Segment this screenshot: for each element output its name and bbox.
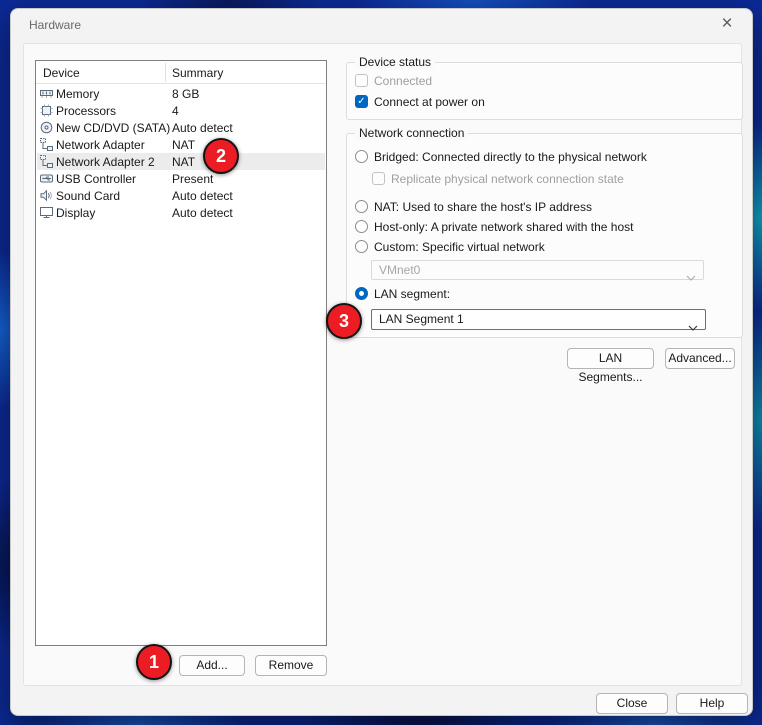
column-header-device[interactable]: Device — [43, 66, 80, 80]
device-name: Network Adapter — [56, 138, 145, 152]
add-button[interactable]: Add... — [179, 655, 245, 676]
device-list: Device Summary Memory 8 GB Processors 4 … — [35, 60, 327, 646]
lan-segment-radio[interactable] — [355, 287, 368, 300]
device-name: Processors — [56, 104, 116, 118]
processor-icon — [40, 104, 53, 117]
device-status-group: Device status Connected ✓ Connect at pow… — [346, 62, 743, 120]
title-bar: Hardware × — [11, 9, 752, 43]
network-connection-group: Network connection Bridged: Connected di… — [346, 133, 743, 338]
annotation-step-3: 3 — [326, 303, 362, 339]
sound-icon — [40, 189, 53, 202]
network-adapter-icon — [40, 155, 53, 168]
device-summary: Auto detect — [172, 189, 233, 203]
device-name: New CD/DVD (SATA) — [56, 121, 170, 135]
device-name: Network Adapter 2 — [56, 155, 155, 169]
network-connection-group-title: Network connection — [355, 126, 468, 140]
custom-network-dropdown: VMnet0 — [371, 260, 704, 280]
table-row-usb-controller[interactable]: USB Controller Present — [37, 170, 325, 187]
replicate-checkbox — [372, 172, 385, 185]
host-only-label: Host-only: A private network shared with… — [374, 220, 633, 234]
help-button[interactable]: Help — [676, 693, 748, 714]
device-summary: NAT — [172, 155, 195, 169]
check-icon: ✓ — [357, 96, 365, 107]
table-row-cd-dvd[interactable]: New CD/DVD (SATA) Auto detect — [37, 119, 325, 136]
nat-radio[interactable] — [355, 200, 368, 213]
device-name: Display — [56, 206, 95, 220]
lan-segment-value: LAN Segment 1 — [379, 312, 464, 326]
replicate-label: Replicate physical network connection st… — [391, 172, 624, 186]
close-icon[interactable]: × — [715, 12, 739, 36]
connected-checkbox — [355, 74, 368, 87]
table-row-network-adapter-2[interactable]: Network Adapter 2 NAT — [37, 153, 325, 170]
column-header-summary[interactable]: Summary — [172, 66, 223, 80]
table-row-memory[interactable]: Memory 8 GB — [37, 85, 325, 102]
chevron-down-icon — [688, 318, 698, 336]
host-only-radio[interactable] — [355, 220, 368, 233]
custom-network-value: VMnet0 — [379, 263, 420, 277]
display-icon — [40, 206, 53, 219]
device-name: Sound Card — [56, 189, 120, 203]
custom-label: Custom: Specific virtual network — [374, 240, 545, 254]
advanced-button[interactable]: Advanced... — [665, 348, 735, 369]
device-name: USB Controller — [56, 172, 136, 186]
device-status-group-title: Device status — [355, 55, 435, 69]
device-summary: NAT — [172, 138, 195, 152]
connect-at-power-on-checkbox[interactable]: ✓ — [355, 95, 368, 108]
device-summary: Auto detect — [172, 206, 233, 220]
device-summary: Auto detect — [172, 121, 233, 135]
cd-dvd-icon — [40, 121, 53, 134]
table-row-processors[interactable]: Processors 4 — [37, 102, 325, 119]
table-row-display[interactable]: Display Auto detect — [37, 204, 325, 221]
device-summary: Present — [172, 172, 213, 186]
usb-icon — [40, 172, 53, 185]
device-summary: 4 — [172, 104, 179, 118]
hardware-dialog: Hardware × Device Summary Memory 8 GB Pr… — [10, 8, 753, 716]
network-adapter-icon — [40, 138, 53, 151]
annotation-step-1: 1 — [136, 644, 172, 680]
remove-button[interactable]: Remove — [255, 655, 327, 676]
dialog-title: Hardware — [29, 18, 81, 32]
device-summary: 8 GB — [172, 87, 199, 101]
lan-segments-button[interactable]: LAN Segments... — [567, 348, 654, 369]
close-button[interactable]: Close — [596, 693, 668, 714]
device-name: Memory — [56, 87, 99, 101]
table-row-sound-card[interactable]: Sound Card Auto detect — [37, 187, 325, 204]
memory-icon — [40, 87, 53, 100]
content-panel: Device Summary Memory 8 GB Processors 4 … — [23, 43, 742, 686]
lan-segment-dropdown[interactable]: LAN Segment 1 — [371, 309, 706, 330]
table-row-network-adapter[interactable]: Network Adapter NAT — [37, 136, 325, 153]
bridged-radio[interactable] — [355, 150, 368, 163]
column-divider — [165, 63, 166, 82]
nat-label: NAT: Used to share the host's IP address — [374, 200, 592, 214]
connect-at-power-on-label: Connect at power on — [374, 95, 485, 109]
bridged-label: Bridged: Connected directly to the physi… — [374, 150, 647, 164]
chevron-down-icon — [686, 268, 696, 286]
device-list-header: Device Summary — [36, 61, 326, 84]
lan-segment-label: LAN segment: — [374, 287, 450, 301]
connected-label: Connected — [374, 74, 432, 88]
custom-radio[interactable] — [355, 240, 368, 253]
annotation-step-2: 2 — [203, 138, 239, 174]
